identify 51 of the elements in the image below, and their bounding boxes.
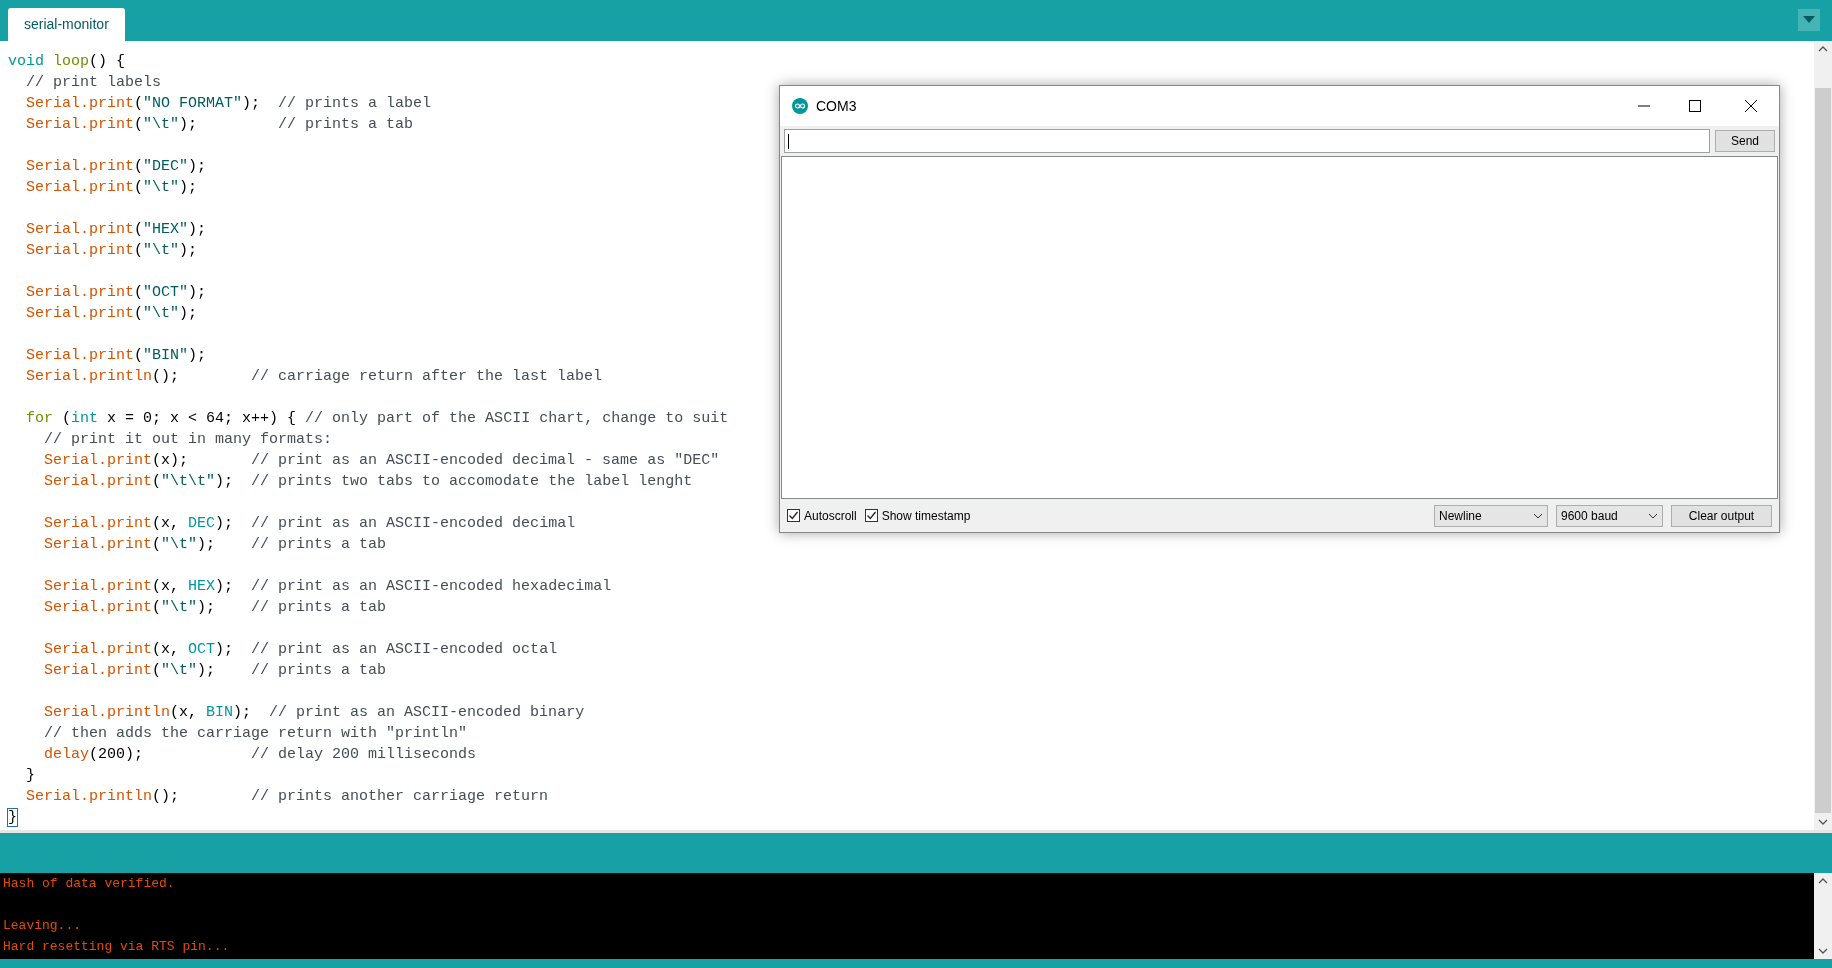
scrollbar[interactable]: [1814, 41, 1832, 830]
code-line: Serial.print("OCT");: [25, 283, 207, 303]
code-line: Serial.print(x); // print as an ASCII-encoded decimal - same as "DEC": [43, 451, 720, 471]
code-line: Serial.print("NO FORMAT"); // prints a label: [25, 94, 432, 114]
code-line: Serial.print("\t"); // prints a tab: [43, 598, 387, 618]
code-line: Serial.print(x, OCT); // print as an ASCII-encoded octal: [43, 640, 558, 660]
scrollbar[interactable]: [1814, 873, 1832, 959]
checkbox-option[interactable]: Show timestamp: [864, 506, 971, 525]
check-icon: [865, 510, 877, 521]
app-logo-icon: [792, 98, 808, 114]
code-line: // print it out in many formats:: [43, 430, 333, 450]
code-line: Serial.print("\t"); // prints a tab: [25, 115, 414, 135]
window-title: COM3: [816, 96, 857, 116]
console-line: Hash of data verified.: [3, 875, 175, 893]
code-line: Serial.print("\t\t"); // prints two tabs to accomodate the label lenght: [43, 472, 693, 492]
message-input[interactable]: [784, 129, 1710, 153]
code-line: Serial.print(x, DEC); // print as an ASCII-encoded decimal: [43, 514, 576, 534]
baud-rate-dropdown[interactable]: 9600 baud: [1556, 504, 1663, 527]
line-ending-dropdown[interactable]: Newline: [1434, 504, 1548, 527]
code-line: for (int x = 0; x < 64; x++) { // only part of the ASCII chart, change to suit: [25, 409, 729, 429]
code-line: }: [25, 766, 35, 786]
code-line: Serial.print("\t"); // prints a tab: [43, 661, 387, 681]
code-line: Serial.print("BIN");: [25, 346, 207, 366]
code-line: Serial.println(); // prints another carriage return: [25, 787, 549, 807]
send-button[interactable]: Send: [1715, 130, 1775, 152]
close-icon: [1745, 100, 1757, 112]
code-line: // print labels: [25, 73, 162, 93]
code-line: delay(200); // delay 200 milliseconds: [43, 745, 477, 765]
checkbox-option[interactable]: Autoscroll: [787, 506, 857, 525]
code-line: Serial.print("DEC");: [25, 157, 207, 177]
clear-output-button[interactable]: Clear output: [1671, 504, 1772, 527]
maximize-icon: [1689, 100, 1701, 112]
code-line: Serial.print(x, HEX); // print as an ASCII-encoded hexadecimal: [43, 577, 612, 597]
caret-icon: [1803, 16, 1815, 24]
tab-menu-button[interactable]: [1798, 9, 1820, 31]
check-icon: [788, 510, 799, 521]
code-line: Serial.print("\t");: [25, 241, 198, 261]
code-line: Serial.print("\t"); // prints a tab: [43, 535, 387, 555]
code-line: Serial.print("HEX");: [25, 220, 207, 240]
code-line: Serial.print("\t");: [25, 178, 198, 198]
chevron-down-icon: [1533, 512, 1543, 519]
code-line: }: [8, 808, 17, 828]
code-line: Serial.print("\t");: [25, 304, 198, 324]
chevron-down-icon: [1648, 512, 1658, 519]
code-line: Serial.println(); // carriage return after the last label: [25, 367, 603, 387]
code-line: // then adds the carriage return with "println": [43, 724, 468, 744]
code-line: void loop() {: [8, 52, 126, 72]
code-line: Serial.println(x, BIN); // print as an ASCII-encoded binary: [43, 703, 585, 723]
file-tab[interactable]: serial-monitor: [8, 8, 125, 41]
console-line: Leaving...: [3, 917, 81, 935]
console-line: Hard resetting via RTS pin...: [3, 938, 230, 956]
